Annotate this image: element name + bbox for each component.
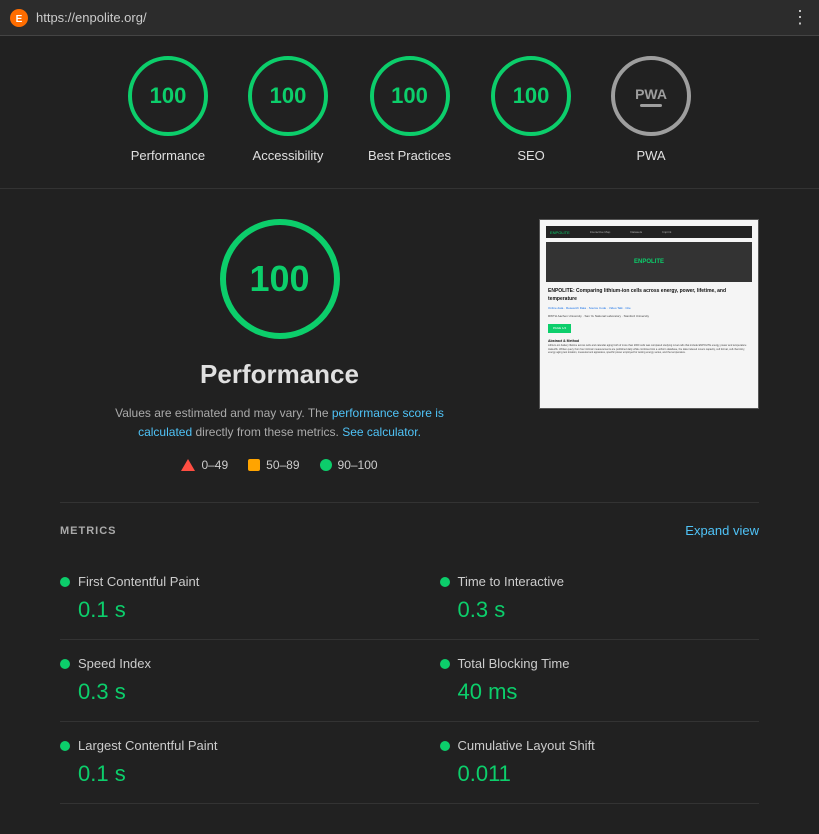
metric-tti: Time to Interactive 0.3 s [410, 558, 760, 640]
sc-article-title: ENPOLITE: Comparing lithium-ion cells ac… [548, 288, 750, 303]
metrics-grid: First Contentful Paint 0.1 s Time to Int… [60, 558, 759, 804]
metric-dot-si [60, 659, 70, 669]
perf-description: Values are estimated and may vary. The p… [110, 404, 450, 442]
metric-value-lcp: 0.1 s [60, 761, 380, 787]
metric-dot-tbt [440, 659, 450, 669]
score-label-seo: SEO [517, 148, 544, 163]
metrics-title: METRICS [60, 525, 117, 537]
metric-tbt: Total Blocking Time 40 ms [410, 640, 760, 722]
metrics-section: METRICS Expand view First Contentful Pai… [60, 523, 759, 804]
score-circle-best-practices: 100 [370, 56, 450, 136]
score-performance[interactable]: 100 Performance [128, 56, 208, 163]
expand-view-button[interactable]: Expand view [685, 523, 759, 538]
legend-yellow: 50–89 [248, 458, 299, 472]
legend-green-icon [320, 459, 332, 471]
legend-yellow-icon [248, 459, 260, 471]
metric-dot-cls [440, 741, 450, 751]
metric-si: Speed Index 0.3 s [60, 640, 410, 722]
legend-green: 90–100 [320, 458, 378, 472]
metric-name-fcp: First Contentful Paint [78, 574, 199, 589]
metric-name-cls: Cumulative Layout Shift [458, 738, 595, 753]
pwa-dash [640, 104, 662, 107]
main-content: 100 Performance Values are estimated and… [0, 189, 819, 834]
metric-dot-fcp [60, 577, 70, 587]
performance-detail: 100 Performance Values are estimated and… [60, 219, 759, 472]
sc-body: ENPOLITE: Comparing lithium-ion cells ac… [546, 285, 752, 358]
metric-name-tti: Time to Interactive [458, 574, 564, 589]
metrics-header: METRICS Expand view [60, 523, 759, 538]
sc-hero-text: ENPOLITE [634, 259, 664, 265]
score-label-pwa: PWA [636, 148, 665, 163]
screenshot-frame: ENPOLITE Interactive Map Datasets Imprin… [539, 219, 759, 409]
metric-value-si: 0.3 s [60, 679, 380, 705]
legend-red: 0–49 [181, 458, 228, 472]
score-circle-performance: 100 [128, 56, 208, 136]
metric-value-tti: 0.3 s [440, 597, 760, 623]
perf-title: Performance [200, 359, 359, 390]
perf-right: ENPOLITE Interactive Map Datasets Imprin… [539, 219, 759, 409]
metric-name-tbt: Total Blocking Time [458, 656, 570, 671]
legend: 0–49 50–89 90–100 [181, 458, 377, 472]
score-circle-accessibility: 100 [248, 56, 328, 136]
sc-page-btn: PAGE 1/4 [548, 324, 571, 333]
sc-hero: ENPOLITE [546, 242, 752, 282]
site-icon: E [10, 9, 28, 27]
browser-url: https://enpolite.org/ [36, 10, 147, 25]
svg-text:E: E [16, 14, 23, 25]
score-circle-pwa: PWA [611, 56, 691, 136]
score-best-practices[interactable]: 100 Best Practices [368, 56, 451, 163]
browser-menu-icon[interactable]: ⋮ [791, 7, 809, 28]
browser-bar: E https://enpolite.org/ ⋮ [0, 0, 819, 36]
metric-fcp-header: First Contentful Paint [60, 574, 380, 589]
metric-si-header: Speed Index [60, 656, 380, 671]
score-accessibility[interactable]: 100 Accessibility [248, 56, 328, 163]
section-divider [60, 502, 759, 503]
metric-cls-header: Cumulative Layout Shift [440, 738, 760, 753]
perf-left: 100 Performance Values are estimated and… [60, 219, 499, 472]
metric-name-si: Speed Index [78, 656, 151, 671]
metric-dot-tti [440, 577, 450, 587]
score-label-accessibility: Accessibility [253, 148, 324, 163]
pwa-text: PWA [635, 86, 667, 102]
score-seo[interactable]: 100 SEO [491, 56, 571, 163]
score-label-best-practices: Best Practices [368, 148, 451, 163]
metric-value-fcp: 0.1 s [60, 597, 380, 623]
metric-fcp: First Contentful Paint 0.1 s [60, 558, 410, 640]
metric-value-tbt: 40 ms [440, 679, 760, 705]
metric-lcp: Largest Contentful Paint 0.1 s [60, 722, 410, 804]
metric-tbt-header: Total Blocking Time [440, 656, 760, 671]
scores-section: 100 Performance 100 Accessibility 100 Be… [0, 36, 819, 189]
metric-name-lcp: Largest Contentful Paint [78, 738, 217, 753]
perf-calculator-link[interactable]: See calculator. [342, 425, 421, 439]
sc-site-name: ENPOLITE [550, 230, 570, 235]
metric-tti-header: Time to Interactive [440, 574, 760, 589]
score-label-performance: Performance [131, 148, 205, 163]
big-score-circle: 100 [220, 219, 340, 339]
sc-header: ENPOLITE Interactive Map Datasets Imprin… [546, 226, 752, 238]
score-circle-seo: 100 [491, 56, 571, 136]
metric-value-cls: 0.011 [440, 761, 760, 787]
legend-triangle-icon [181, 459, 195, 471]
metric-lcp-header: Largest Contentful Paint [60, 738, 380, 753]
metric-dot-lcp [60, 741, 70, 751]
metric-cls: Cumulative Layout Shift 0.011 [410, 722, 760, 804]
score-pwa[interactable]: PWA PWA [611, 56, 691, 163]
screenshot-content: ENPOLITE Interactive Map Datasets Imprin… [540, 220, 758, 408]
